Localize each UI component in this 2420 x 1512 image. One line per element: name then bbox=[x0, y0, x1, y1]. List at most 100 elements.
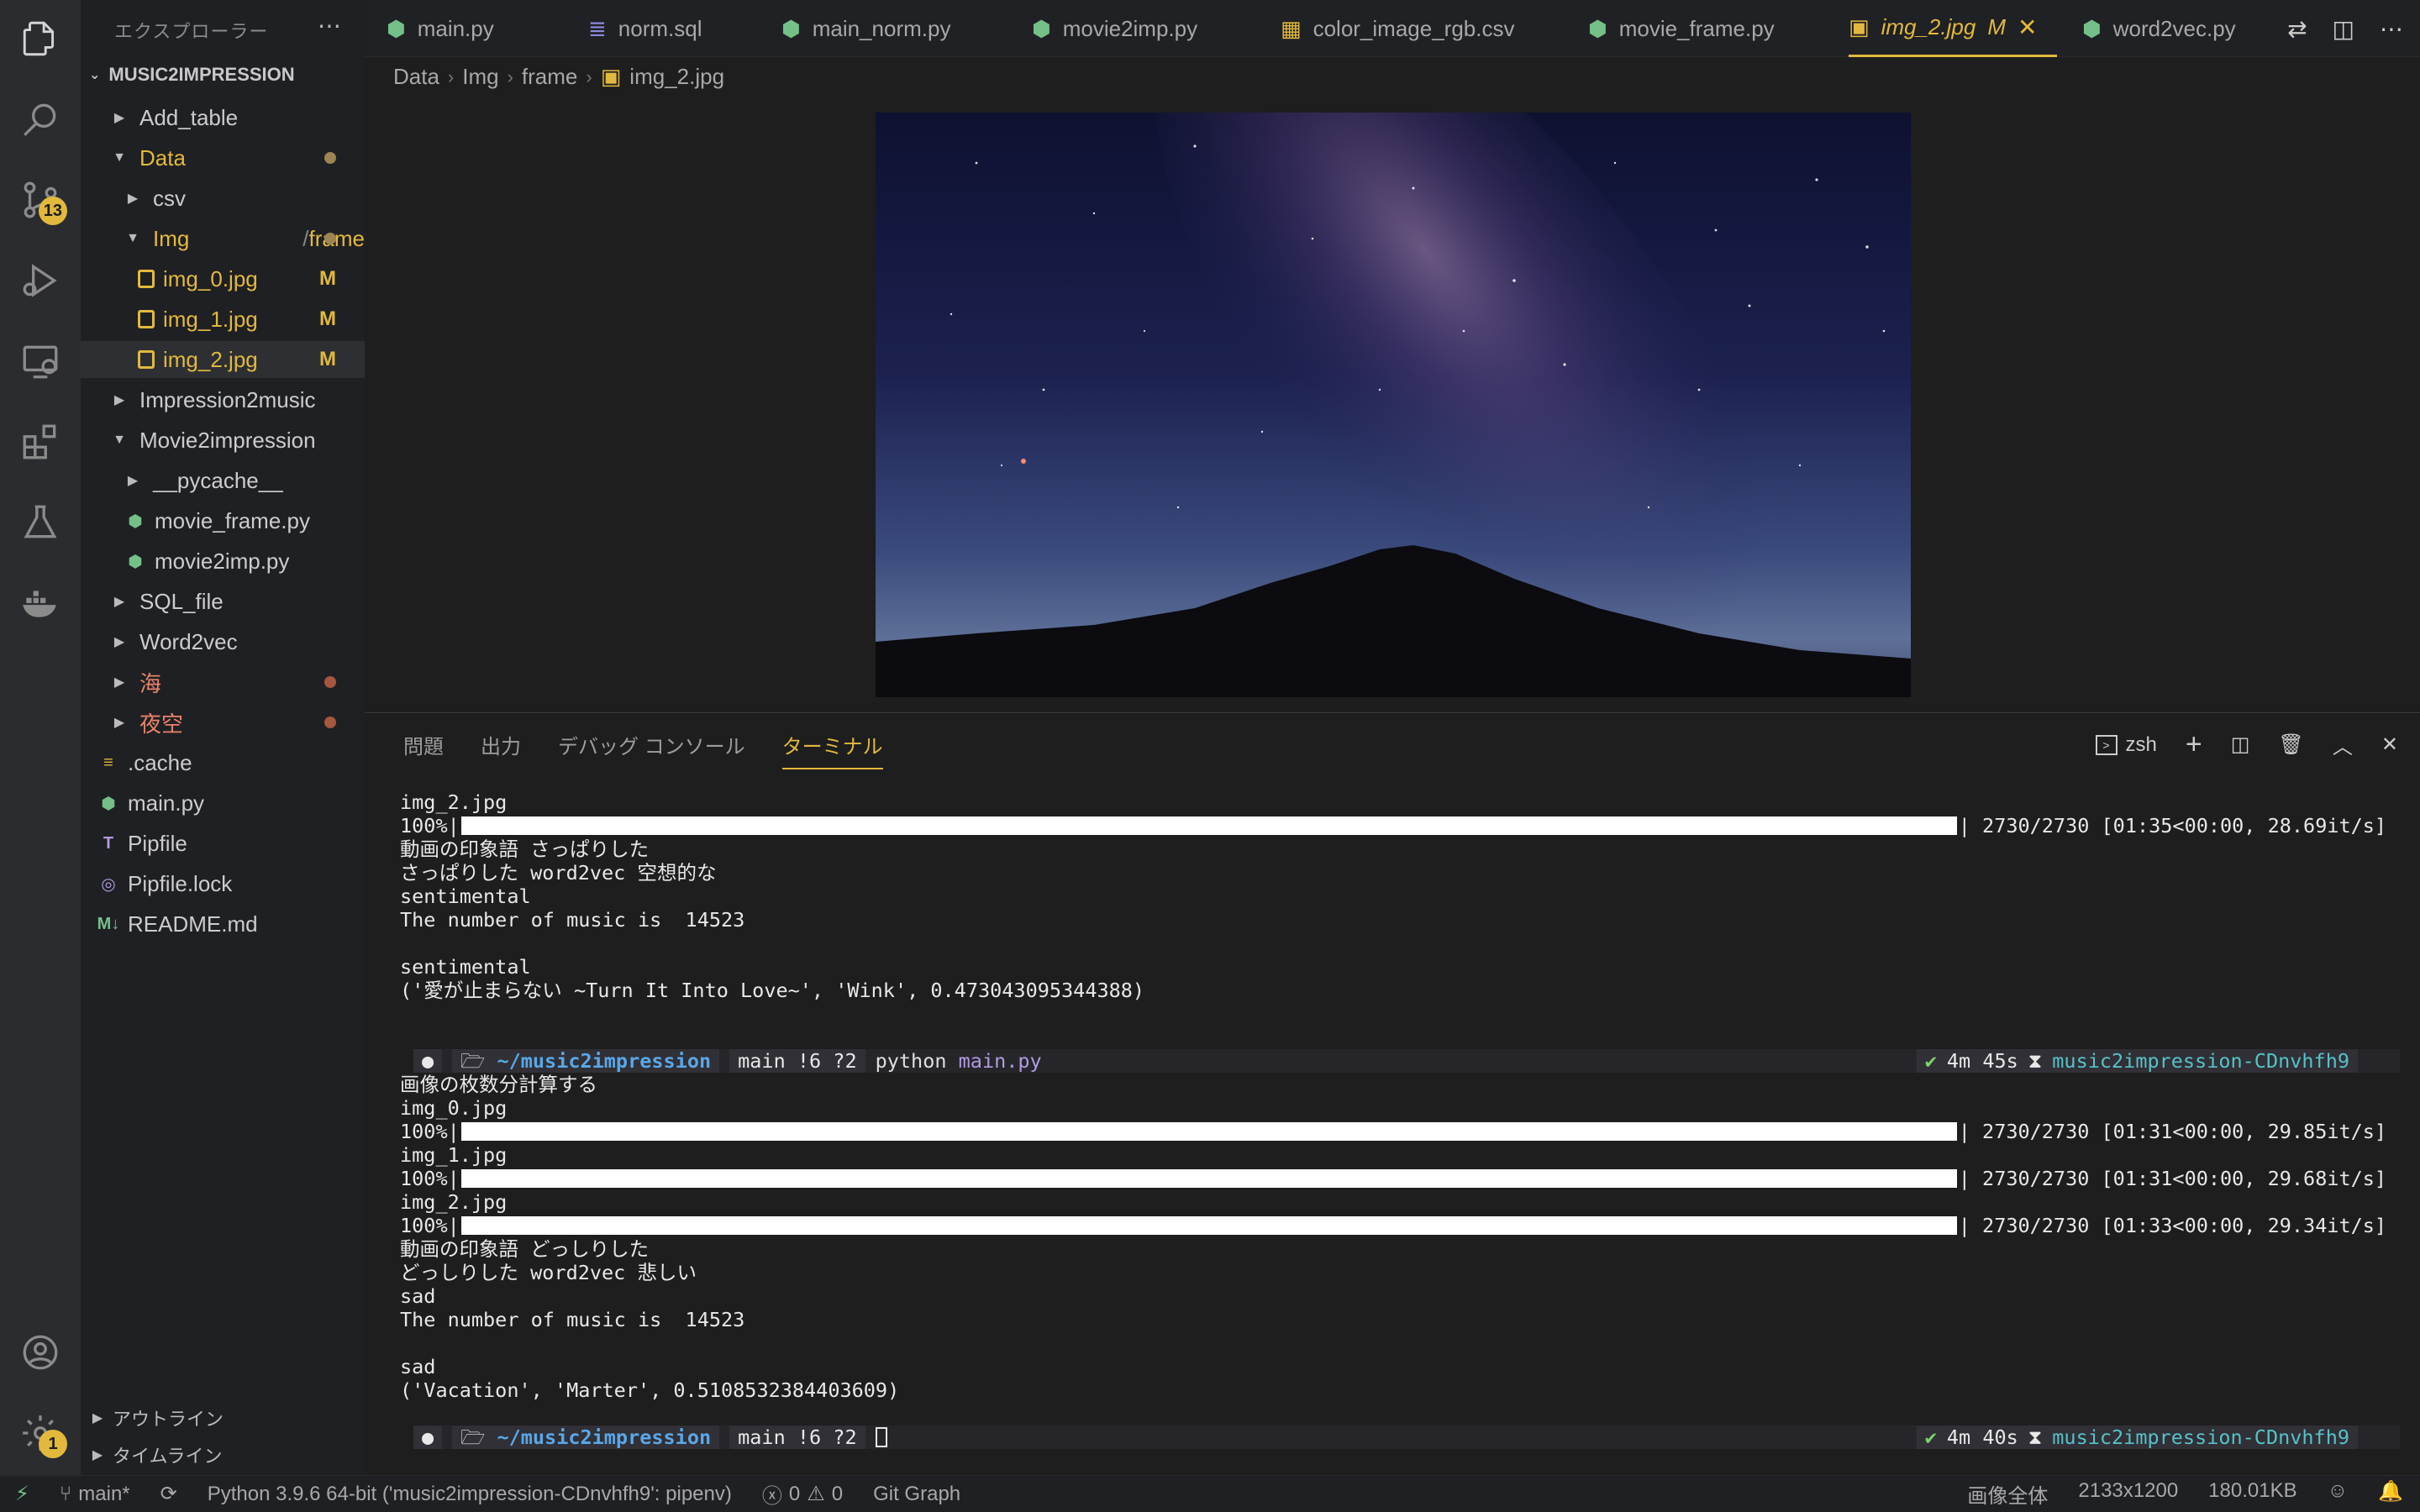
breadcrumb-item[interactable]: Img bbox=[462, 64, 498, 90]
breadcrumb-item[interactable]: img_2.jpg bbox=[629, 64, 724, 90]
branch-status[interactable]: ⑂ main* bbox=[45, 1483, 145, 1506]
panel-tabs: 問題 出力 デバッグ コンソール ターミナル bbox=[403, 730, 883, 769]
status-bar: ⚡ ⑂ main* ⟳ Python 3.9.6 64-bit ('music2… bbox=[0, 1475, 2420, 1512]
tree-item[interactable]: ▼ Data bbox=[81, 139, 365, 176]
tab-word2vec-py[interactable]: ⬢ word2vec.py bbox=[2082, 0, 2236, 57]
tab-movie2imp-py[interactable]: ⬢ movie2imp.py bbox=[1032, 0, 1197, 57]
markdown-file-icon: M↓ bbox=[97, 914, 120, 933]
git-graph-button[interactable]: Git Graph bbox=[858, 1483, 976, 1506]
tree-item[interactable]: ▶ Add_table bbox=[81, 99, 365, 136]
tree-item-label: movie_frame.py bbox=[155, 507, 310, 533]
more-actions-icon[interactable]: ⋯ bbox=[2380, 15, 2403, 43]
modified-dot-icon bbox=[324, 717, 336, 728]
tree-item-label: README.md bbox=[128, 911, 258, 937]
progress-bar bbox=[460, 816, 1957, 835]
source-control-icon[interactable]: 13 bbox=[18, 178, 67, 225]
chevron-down-icon: ▼ bbox=[113, 433, 126, 447]
tree-item[interactable]: ▣img_0.jpgM bbox=[81, 260, 365, 297]
extensions-icon[interactable] bbox=[18, 420, 62, 464]
tree-item[interactable]: ▶ __pycache__ bbox=[81, 462, 365, 499]
tab-color-image-rgb-csv[interactable]: ▦ color_image_rgb.csv bbox=[1281, 0, 1514, 57]
git-status-badge: M bbox=[319, 267, 336, 290]
breadcrumb-item[interactable]: Data bbox=[393, 64, 439, 90]
python-file-icon: ⬢ bbox=[128, 512, 143, 531]
tree-item[interactable]: ◎ Pipfile.lock bbox=[81, 865, 365, 902]
tree-item[interactable]: ⬢ movie2imp.py bbox=[81, 543, 365, 580]
tree-item[interactable]: ▶ csv bbox=[81, 180, 365, 217]
split-editor-icon[interactable]: ◫ bbox=[2333, 15, 2354, 43]
chevron-right-icon: ▶ bbox=[113, 393, 125, 407]
maximize-panel-icon[interactable]: ︿ bbox=[2333, 730, 2353, 759]
tree-item[interactable]: M↓ README.md bbox=[81, 906, 365, 942]
image-zoom-mode[interactable]: 画像全体 bbox=[1967, 1479, 2048, 1509]
tree-item[interactable]: ▶ Impression2music bbox=[81, 381, 365, 418]
feedback-icon[interactable]: ☺ bbox=[2328, 1479, 2349, 1509]
trash-icon[interactable]: 🗑 bbox=[2278, 732, 2303, 757]
breadcrumb-item[interactable]: frame bbox=[522, 64, 577, 90]
panel-tab[interactable]: 出力 bbox=[481, 730, 521, 769]
remote-indicator[interactable]: ⚡ bbox=[0, 1482, 45, 1506]
terminal-output[interactable]: img_2.jpg 100%| | 2730/2730 [01:35<00:00, … bbox=[400, 790, 2400, 1449]
settings-gear-icon[interactable]: 1 bbox=[18, 1411, 67, 1458]
files-icon[interactable] bbox=[18, 17, 62, 60]
tree-item-label: movie2imp.py bbox=[155, 548, 290, 574]
terminal-line: img_2.jpg bbox=[400, 790, 508, 814]
image-file-icon: ▣ bbox=[138, 270, 155, 288]
tree-item[interactable]: ⬢ movie_frame.py bbox=[81, 502, 365, 539]
tab-norm-sql[interactable]: ≣ norm.sql bbox=[588, 0, 702, 57]
remote-explorer-icon[interactable] bbox=[18, 339, 62, 383]
prompt-path-text: ~/music2impression bbox=[497, 1425, 712, 1449]
tab-img-2-jpg[interactable]: ▣ img_2.jpg M ✕ bbox=[1849, 0, 2058, 57]
modified-dot-icon bbox=[324, 233, 336, 244]
tab-modified-badge: M bbox=[1987, 14, 2006, 39]
terminal-shell-select[interactable]: > zsh bbox=[2095, 733, 2157, 757]
tree-item[interactable]: ▶ 海 bbox=[81, 664, 365, 701]
tree-item[interactable]: ≡ .cache bbox=[81, 744, 365, 781]
problems-status[interactable]: ⓧ 0 ⚠ 0 bbox=[747, 1479, 858, 1509]
tree-item[interactable]: ▣img_1.jpgM bbox=[81, 301, 365, 338]
notifications-bell-icon[interactable]: 🔔 bbox=[2378, 1479, 2403, 1509]
tab-main-py[interactable]: ⬢ main.py bbox=[387, 0, 494, 57]
testing-icon[interactable] bbox=[18, 501, 62, 544]
progress-bar bbox=[460, 1169, 1957, 1188]
close-panel-icon[interactable]: ✕ bbox=[2381, 732, 2398, 757]
chevron-right-icon: ▶ bbox=[92, 1411, 103, 1425]
progress-percent: 100%| bbox=[400, 814, 460, 837]
tab-movie-frame-py[interactable]: ⬢ movie_frame.py bbox=[1588, 0, 1775, 57]
tree-item-label: main.py bbox=[128, 790, 205, 816]
check-icon: ✔ bbox=[1924, 1425, 1937, 1449]
docker-icon[interactable] bbox=[18, 581, 62, 625]
workspace-root[interactable]: ⌄ MUSIC2IMPRESSION bbox=[89, 64, 295, 86]
tree-item[interactable]: ⬢ main.py bbox=[81, 785, 365, 822]
tab-main-norm-py[interactable]: ⬢ main_norm.py bbox=[781, 0, 950, 57]
tree-item[interactable]: ▶ 夜空 bbox=[81, 704, 365, 741]
search-icon[interactable] bbox=[18, 97, 62, 141]
tree-item[interactable]: T Pipfile bbox=[81, 825, 365, 862]
os-apple-icon: ● bbox=[413, 1425, 443, 1449]
close-tab-icon[interactable]: ✕ bbox=[2018, 13, 2037, 41]
python-interpreter[interactable]: Python 3.9.6 64-bit ('music2impression-C… bbox=[192, 1483, 747, 1506]
panel-tab[interactable]: 問題 bbox=[403, 730, 444, 769]
panel-tab[interactable]: デバッグ コンソール bbox=[558, 730, 745, 769]
terminal-line: 動画の印象語 さっぱりした bbox=[400, 837, 650, 861]
prompt-venv: music2impression-CDnvhfh9 bbox=[2052, 1425, 2349, 1449]
split-terminal-icon[interactable]: ◫ bbox=[2231, 732, 2250, 757]
sync-icon[interactable]: ⟳ bbox=[145, 1482, 192, 1506]
tree-item[interactable]: ▶ SQL_file bbox=[81, 583, 365, 620]
more-actions-icon[interactable]: ⋯ bbox=[318, 12, 341, 39]
tree-item[interactable]: ▼ Movie2impression bbox=[81, 422, 365, 459]
run-debug-icon[interactable] bbox=[18, 259, 62, 302]
tab-label: color_image_rgb.csv bbox=[1313, 15, 1515, 41]
timeline-section[interactable]: ▶ タイムライン bbox=[81, 1436, 365, 1473]
new-terminal-icon[interactable]: + bbox=[2186, 728, 2202, 761]
tree-item[interactable]: ▣img_2.jpgM bbox=[81, 341, 365, 378]
tree-item[interactable]: ▼ Img / frame bbox=[81, 220, 365, 257]
panel-tab[interactable]: ターミナル bbox=[781, 730, 883, 769]
account-icon[interactable] bbox=[18, 1331, 62, 1374]
tree-item[interactable]: ▶ Word2vec bbox=[81, 623, 365, 660]
compare-changes-icon[interactable]: ⇄ bbox=[2287, 15, 2307, 43]
outline-section[interactable]: ▶ アウトライン bbox=[81, 1399, 365, 1436]
chevron-right-icon: ▶ bbox=[113, 716, 125, 730]
progress-line: 100%| | 2730/2730 [01:33<00:00, 29.34it/s… bbox=[400, 1214, 2400, 1237]
